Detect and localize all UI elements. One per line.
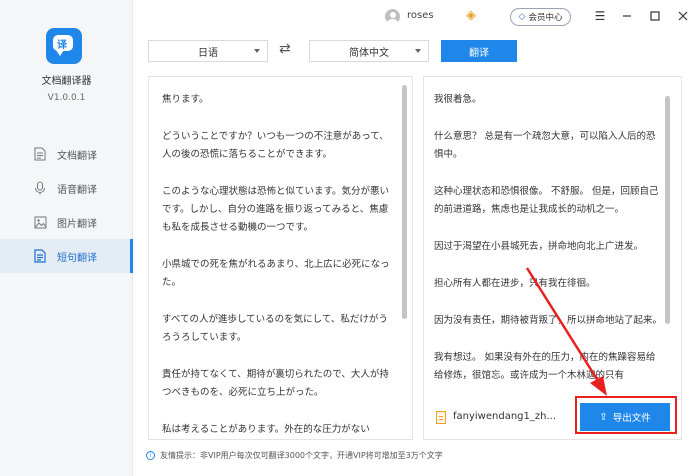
target-text[interactable]: 我很着急。 什么意思？ 总是有一个疏忽大意，可以陷入人后的恐惧中。 这种心理状态… — [434, 91, 663, 404]
document-icon — [33, 147, 47, 161]
source-language-select[interactable]: 日语 — [148, 40, 268, 62]
short-text-icon — [33, 249, 47, 263]
source-scrollbar[interactable] — [402, 85, 407, 319]
translate-button[interactable]: 翻译 — [441, 40, 517, 62]
export-icon: ⇪ — [599, 411, 608, 423]
sidebar-item-label: 语音翻译 — [57, 184, 97, 196]
info-icon: i — [146, 451, 155, 460]
username[interactable]: roses — [407, 10, 434, 21]
sidebar-item-short-translate[interactable]: 短句翻译 — [0, 239, 133, 273]
export-file-button[interactable]: ⇪ 导出文件 — [580, 403, 670, 431]
target-language-select[interactable]: 简体中文 — [309, 40, 429, 62]
sidebar-nav: 文档翻译 语音翻译 图片翻译 短句翻译 — [0, 137, 133, 273]
minimize-icon[interactable] — [617, 6, 637, 26]
output-file-name[interactable]: fanyiwendang1_zh... — [453, 411, 556, 422]
source-paragraph: すべての人が進歩しているのを気にして、私だけがうろうろしています。 — [162, 314, 388, 343]
vip-center-button[interactable]: ◇ 会员中心 — [510, 8, 571, 26]
app-version: V1.0.0.1 — [47, 93, 86, 103]
source-paragraph: 焦ります。 — [162, 94, 209, 105]
target-paragraph: 担心所有人都在进步，只有我在徘徊。 — [434, 278, 596, 289]
app-name: 文档翻译器 — [41, 76, 92, 87]
sidebar-item-document-translate[interactable]: 文档翻译 — [0, 137, 133, 171]
chevron-down-icon — [254, 49, 260, 53]
maximize-icon[interactable] — [645, 6, 665, 26]
chevron-down-icon — [415, 49, 421, 53]
source-text-panel[interactable]: 焦ります。 どういうことですか？いつも一つの不注意があって、人の後の恐慌に落ちる… — [148, 76, 413, 440]
avatar[interactable] — [385, 9, 400, 24]
target-paragraph: 我有想过。 如果没有外在的压力，内在的焦躁容易给给修炼，很馆忘。或许成为一个木林… — [434, 352, 656, 381]
sidebar-item-label: 短句翻译 — [57, 252, 97, 264]
sidebar: 译 文档翻译器 V1.0.0.1 文档翻译 语音翻译 图片翻译 短句翻译 — [0, 0, 133, 476]
source-text[interactable]: 焦ります。 どういうことですか？いつも一つの不注意があって、人の後の恐慌に落ちる… — [162, 91, 390, 439]
sidebar-item-image-translate[interactable]: 图片翻译 — [0, 205, 133, 239]
target-paragraph: 我很着急。 — [434, 94, 482, 105]
sidebar-item-label: 文档翻译 — [57, 150, 97, 162]
sidebar-item-label: 图片翻译 — [57, 218, 97, 230]
vip-center-label: 会员中心 — [528, 13, 563, 23]
target-paragraph: 这种心理状态和恐惧很像。 不舒服。 但是，回顾自己的前进道路，焦虑也是让我成长的… — [434, 186, 659, 215]
footer-tip: i 友情提示：非VIP用户每次仅可翻译3000个文字，开通VIP将可增加至3万个… — [146, 450, 443, 461]
swap-languages-icon[interactable]: ⇄ — [279, 41, 291, 57]
source-paragraph: 小県城での死を焦がれるあまり、北上広に必死になった。 — [162, 259, 390, 288]
image-icon — [33, 215, 47, 229]
source-paragraph: このような心理状態は恐怖と似ています。気分が悪いです。しかし、自分の進路を振り返… — [162, 186, 390, 233]
menu-icon[interactable]: ☰ — [590, 6, 610, 26]
source-language-value: 日语 — [198, 47, 218, 59]
target-text-panel[interactable]: 我很着急。 什么意思？ 总是有一个疏忽大意，可以陷入人后的恐惧中。 这种心理状态… — [423, 76, 682, 440]
microphone-icon — [33, 181, 47, 195]
vip-diamond-icon[interactable]: ◈ — [466, 9, 476, 22]
target-paragraph: 什么意思？ 总是有一个疏忽大意，可以陷入人后的恐惧中。 — [434, 131, 656, 160]
source-paragraph: どういうことですか？いつも一つの不注意があって、人の後の恐慌に落ちることができま… — [162, 131, 389, 160]
target-paragraph: 因过于渴望在小县城死去，拼命地向北上广进发。 — [434, 241, 644, 252]
sidebar-item-voice-translate[interactable]: 语音翻译 — [0, 171, 133, 205]
target-language-value: 简体中文 — [349, 47, 389, 59]
source-paragraph: 責任が持てなくて、期待が裏切られたので、大人が持つべきものを、必死に立ち上がった… — [162, 369, 389, 398]
footer-tip-text: 友情提示：非VIP用户每次仅可翻译3000个文字，开通VIP将可增加至3万个文字 — [160, 451, 443, 460]
source-paragraph: 私は考えることがあります。外在的な圧力がない — [162, 424, 370, 435]
target-scrollbar[interactable] — [665, 96, 670, 324]
close-icon[interactable] — [673, 6, 693, 26]
output-file-bar: fanyiwendang1_zh... ⇪ 导出文件 — [424, 396, 681, 439]
app-logo-icon: 译 — [46, 28, 82, 64]
vip-badge-icon: ◇ — [518, 12, 526, 22]
export-file-label: 导出文件 — [612, 413, 651, 424]
file-icon — [436, 411, 446, 424]
target-paragraph: 因为没有责任，期待被背叛了，所以拼命地站了起来。 — [434, 315, 663, 326]
